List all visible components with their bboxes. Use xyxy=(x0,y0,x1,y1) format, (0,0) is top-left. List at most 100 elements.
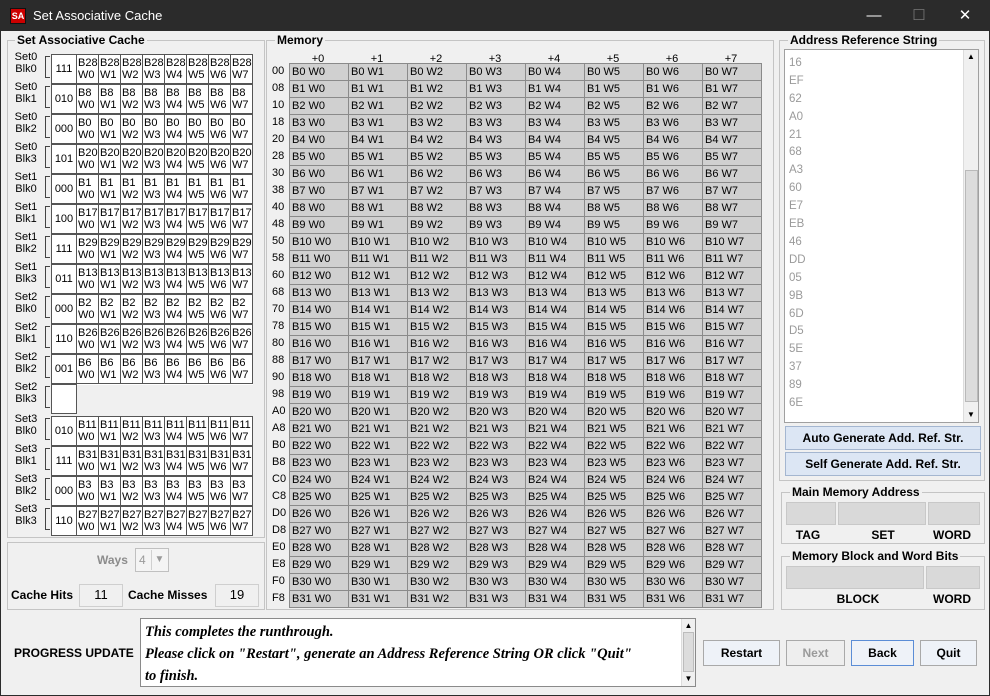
memory-cell: B5 W6 xyxy=(643,148,703,166)
close-button[interactable]: ✕ xyxy=(942,1,988,31)
cache-line: 111 B28 W0 B28 W1 B28 W2 B28 W3 B28 W4 B28 W5 B28 W6 B2… xyxy=(51,54,253,84)
cache-word-cell: B17 W5 xyxy=(186,204,209,234)
ref-string-item[interactable]: 68 xyxy=(789,146,802,158)
cache-word-cell: B1 W4 xyxy=(164,174,187,204)
ref-string-item[interactable]: 60 xyxy=(789,182,802,194)
memory-row: B15 W0 B15 W1 B15 W2 B15 W3 B15 W4 B15 W5 B15 … xyxy=(289,318,762,336)
cache-word-block: B29 xyxy=(210,237,230,249)
cache-word-block: B11 xyxy=(188,419,207,431)
scroll-up-icon[interactable]: ▲ xyxy=(682,619,695,633)
ref-string-item[interactable]: DD xyxy=(789,254,806,266)
self-generate-button[interactable]: Self Generate Add. Ref. Str. xyxy=(785,452,981,476)
ways-select[interactable]: 4 ▼ xyxy=(135,548,169,572)
memory-cell: B13 W5 xyxy=(584,284,644,302)
memory-cell: B1 W7 xyxy=(702,80,762,98)
memory-row: B6 W0 B6 W1 B6 W2 B6 W3 B6 W4 B6 W5 B6 W6 B6 W7 xyxy=(289,165,762,183)
cache-word-block: B1 xyxy=(166,177,180,189)
ref-string-item[interactable]: 6E xyxy=(789,397,803,409)
cache-set-label: Set2 Blk0 xyxy=(14,291,38,315)
ref-string-item[interactable]: 6D xyxy=(789,308,804,320)
cache-word-id: W4 xyxy=(166,279,183,291)
ref-string-item[interactable]: D5 xyxy=(789,325,804,337)
cache-word-id: W7 xyxy=(232,129,249,141)
cache-word-cell: B27 W5 xyxy=(186,506,209,536)
maximize-button[interactable]: ☐ xyxy=(896,1,942,31)
back-button[interactable]: Back xyxy=(851,640,914,666)
cache-word-block: B27 xyxy=(78,509,98,521)
ref-string-item[interactable]: 16 xyxy=(789,57,802,69)
ref-string-item[interactable]: A0 xyxy=(789,111,803,123)
cache-word-id: W1 xyxy=(100,159,117,171)
cache-word-cell: B11 W5 xyxy=(186,416,209,446)
scroll-up-icon[interactable]: ▲ xyxy=(964,50,978,64)
word-bits-field xyxy=(926,566,980,589)
ref-string-scrollbar[interactable]: ▲ ▼ xyxy=(963,50,978,422)
restart-button[interactable]: Restart xyxy=(703,640,780,666)
memory-cell: B23 W6 xyxy=(643,454,703,472)
ref-string-item[interactable]: A3 xyxy=(789,164,803,176)
progress-scroll-thumb[interactable] xyxy=(683,632,694,672)
ref-string-item[interactable]: 62 xyxy=(789,93,802,105)
cache-word-cell: B6 W3 xyxy=(142,354,165,384)
next-button[interactable]: Next xyxy=(786,640,845,666)
scroll-down-icon[interactable]: ▼ xyxy=(964,408,978,422)
cache-tag: 010 xyxy=(51,416,77,446)
ref-string-item[interactable]: E7 xyxy=(789,200,803,212)
cache-line: 000 B0 W0 B0 W1 B0 W2 B0 W3 B0 W4 B0 W5 B0 W6 B0 W7 xyxy=(51,114,253,144)
cache-word-cell: B29 W3 xyxy=(142,234,165,264)
cache-word-cell: B0 W3 xyxy=(142,114,165,144)
cache-word-id: W5 xyxy=(188,309,205,321)
ref-string-item[interactable]: 46 xyxy=(789,236,802,248)
cache-word-id: W6 xyxy=(210,431,227,443)
memory-cell: B4 W5 xyxy=(584,131,644,149)
memory-cell: B19 W4 xyxy=(525,386,585,404)
cache-word-id: W6 xyxy=(210,189,227,201)
ref-string-item[interactable]: 21 xyxy=(789,129,802,141)
ref-string-item[interactable]: 89 xyxy=(789,379,802,391)
memory-cell: B8 W2 xyxy=(407,199,467,217)
cache-word-block: B26 xyxy=(78,327,98,339)
memory-cell: B21 W4 xyxy=(525,420,585,438)
ref-string-list[interactable]: 1E 16 EF 62 A0 21 68 A3 60 E7 EB 46 DD 05 9B 6D D5 5E 37 89… xyxy=(784,49,979,423)
cache-word-cell: B20 W2 xyxy=(120,144,143,174)
memory-cell: B25 W3 xyxy=(466,488,526,506)
quit-button[interactable]: Quit xyxy=(920,640,977,666)
minimize-button[interactable]: — xyxy=(851,1,897,31)
ref-string-item[interactable]: 05 xyxy=(789,272,802,284)
memory-cell: B28 W4 xyxy=(525,539,585,557)
cache-word-id: W6 xyxy=(210,491,227,503)
memory-cell: B9 W7 xyxy=(702,216,762,234)
scroll-down-icon[interactable]: ▼ xyxy=(682,672,695,686)
scroll-thumb[interactable] xyxy=(965,170,978,402)
memory-cell: B20 W3 xyxy=(466,403,526,421)
memory-cell: B26 W0 xyxy=(289,505,349,523)
cache-word-id: W0 xyxy=(78,461,95,473)
memory-cell: B23 W1 xyxy=(348,454,408,472)
memory-cell: B13 W6 xyxy=(643,284,703,302)
memory-cell: B2 W6 xyxy=(643,97,703,115)
ref-string-item[interactable]: EB xyxy=(789,218,804,230)
ref-string-item[interactable]: EF xyxy=(789,75,804,87)
cache-word-block: B3 xyxy=(144,479,158,491)
ref-string-item[interactable]: 5E xyxy=(789,343,803,355)
cache-word-id: W4 xyxy=(166,521,183,533)
cache-line: 111 B29 W0 B29 W1 B29 W2 B29 W3 B29 W4 B29 W5 B29 W6 B2… xyxy=(51,234,253,264)
cache-word-block: B3 xyxy=(78,479,92,491)
cache-word-id: W3 xyxy=(144,369,161,381)
ref-string-item[interactable]: 37 xyxy=(789,361,802,373)
memory-cell: B27 W1 xyxy=(348,522,408,540)
ref-string-item[interactable]: 9B xyxy=(789,290,803,302)
cache-word-block: B1 xyxy=(188,177,202,189)
set-field xyxy=(838,502,926,525)
cache-word-cell: B11 W6 xyxy=(208,416,231,446)
memory-cell: B1 W1 xyxy=(348,80,408,98)
memory-cell: B14 W2 xyxy=(407,301,467,319)
progress-text-area[interactable]: This completes the runthrough. Please cl… xyxy=(140,618,696,687)
memory-cell: B31 W7 xyxy=(702,590,762,608)
progress-scrollbar[interactable]: ▲ ▼ xyxy=(681,619,695,686)
memory-cell: B13 W0 xyxy=(289,284,349,302)
auto-generate-button[interactable]: Auto Generate Add. Ref. Str. xyxy=(785,426,981,450)
cache-word-cell: B27 W4 xyxy=(164,506,187,536)
ref-string-item[interactable]: 1E xyxy=(789,50,803,51)
cache-word-cell: B13 W7 xyxy=(230,264,253,294)
